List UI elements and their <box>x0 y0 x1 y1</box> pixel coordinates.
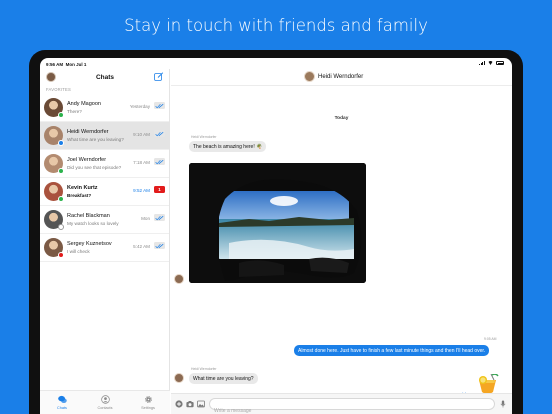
chat-name: Andy Magoon <box>67 101 101 107</box>
conversation-title: Heidi Werndorfer <box>318 74 364 80</box>
status-icons <box>479 61 504 65</box>
chat-list: Andy Magoon There? Yesterday Heidi Werndorf… <box>40 94 169 262</box>
status-time: 9:56 AM Mon Jul 1 <box>46 62 87 67</box>
status-bar: 9:56 AM Mon Jul 1 <box>40 58 512 69</box>
beach-cave-photo <box>189 163 366 283</box>
gear-icon <box>144 396 152 403</box>
chat-preview: What time are you leaving? <box>67 136 124 142</box>
tab-bar: Chats Contacts Settings <box>40 390 170 414</box>
chat-preview: Breakfast? <box>67 192 92 198</box>
sidebar-title: Chats <box>95 74 115 81</box>
chat-name: Joel Werndorfer <box>67 157 107 163</box>
chat-list-item[interactable]: Andy Magoon There? Yesterday <box>40 94 169 122</box>
read-status-badge <box>154 242 165 249</box>
chat-time: 9:10 AM <box>133 132 150 137</box>
presence-indicator <box>58 224 64 230</box>
outgoing-message-bubble[interactable]: Almost done here. Just have to finish a … <box>294 345 490 357</box>
chats-sidebar: Chats FAVORITES Andy Magoon There? Yesterd… <box>40 69 170 414</box>
chat-preview: There? <box>67 108 82 114</box>
chat-name: Rachel Blackman <box>67 213 110 219</box>
chat-list-item[interactable]: Rachel Blackman My watch looks so lovely M… <box>40 206 169 234</box>
tab-contacts[interactable]: Contacts <box>90 395 120 410</box>
gallery-icon[interactable] <box>197 400 205 408</box>
favorites-label: FAVORITES <box>46 87 71 92</box>
shared-photo[interactable] <box>189 163 366 283</box>
add-icon[interactable] <box>175 400 183 408</box>
double-check-icon <box>155 215 164 220</box>
read-status-badge <box>154 102 165 109</box>
day-separator: Today <box>334 116 349 121</box>
incoming-message-bubble[interactable]: The beach is amazing here! 🌴 <box>189 141 267 152</box>
message-sender: Heidi Werndorfer <box>191 135 217 139</box>
chat-name: Heidi Werndorfer <box>67 129 109 135</box>
compose-icon[interactable] <box>154 72 164 81</box>
double-check-icon <box>155 103 164 108</box>
camera-icon[interactable] <box>186 400 194 408</box>
chat-list-item[interactable]: Heidi Werndorfer What time are you leavin… <box>40 122 169 150</box>
chat-bubbles-icon <box>57 395 67 404</box>
marketing-headline: Stay in touch with friends and family <box>124 16 428 35</box>
sender-avatar <box>174 373 184 383</box>
message-composer <box>171 393 512 414</box>
sidebar-header: Chats <box>40 69 169 86</box>
chat-list-item[interactable]: Kevin Kurtz Breakfast? 9:52 AM 1 <box>40 178 169 206</box>
chat-preview: My watch looks so lovely <box>67 220 119 226</box>
cellular-signal-icon <box>479 61 485 65</box>
double-check-icon <box>155 243 164 248</box>
message-time: 9:05 AM <box>484 337 497 341</box>
chat-time: 7:18 AM <box>133 160 150 165</box>
app-screen: 9:56 AM Mon Jul 1 Chats FAVORITES Andy M… <box>40 58 512 414</box>
chat-time: 9:52 AM <box>133 188 150 193</box>
chat-name: Kevin Kurtz <box>67 185 98 191</box>
unread-badge: 1 <box>154 186 165 193</box>
read-status-badge <box>154 130 165 137</box>
chat-list-item[interactable]: Joel Werndorfer Did you see that episode?… <box>40 150 169 178</box>
chat-name: Sergey Kuznetsov <box>67 241 112 247</box>
presence-indicator <box>58 168 64 174</box>
contact-avatar[interactable] <box>304 71 315 82</box>
chat-list-item[interactable]: Sergey Kuznetsov I will check 5:42 AM <box>40 234 169 262</box>
tab-settings[interactable]: Settings <box>133 395 163 410</box>
presence-indicator <box>58 252 64 258</box>
conversation-pane: Heidi Werndorfer Today Heidi Werndorfer … <box>171 69 512 414</box>
message-sender: Heidi Werndorfer <box>191 367 217 371</box>
read-status-badge <box>154 214 165 221</box>
presence-indicator <box>58 140 64 146</box>
presence-indicator <box>58 196 64 202</box>
chat-preview: I will check <box>67 248 90 254</box>
conversation-header: Heidi Werndorfer <box>171 69 512 86</box>
contact-icon <box>100 395 110 404</box>
sender-avatar <box>174 274 184 284</box>
message-input-field[interactable] <box>209 398 495 414</box>
double-check-icon <box>155 131 164 136</box>
chat-time: 5:42 AM <box>133 244 150 249</box>
message-input[interactable] <box>210 406 480 414</box>
double-check-icon <box>155 159 164 164</box>
incoming-message-bubble[interactable]: What time are you leaving? <box>189 373 258 384</box>
tab-chats[interactable]: Chats <box>47 395 77 410</box>
wifi-icon <box>488 61 493 65</box>
chat-time: Mon <box>141 216 150 221</box>
chat-time: Yesterday <box>129 104 150 109</box>
read-status-badge <box>154 158 165 165</box>
presence-indicator <box>58 112 64 118</box>
chat-preview: Did you see that episode? <box>67 164 122 170</box>
battery-icon <box>496 61 504 65</box>
microphone-icon[interactable] <box>499 400 507 408</box>
